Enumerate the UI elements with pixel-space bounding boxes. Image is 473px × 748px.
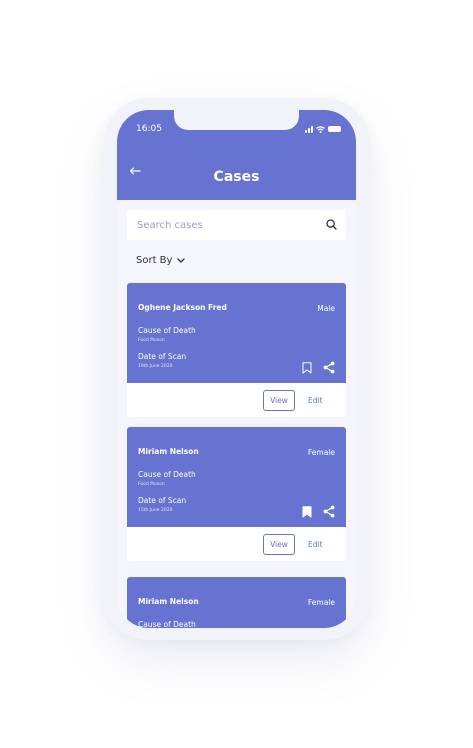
date-of-scan-value: 19th June 2020 [138, 364, 173, 369]
phone-notch [174, 110, 299, 130]
case-card-header: Miriam Nelson Female Cause of Death [127, 577, 346, 628]
bookmark-filled-icon[interactable] [302, 506, 312, 518]
case-gender: Female [307, 448, 335, 457]
app-screen: 16:05 Cases Sort By [117, 110, 356, 628]
view-button[interactable]: View [263, 390, 295, 411]
case-card: Miriam Nelson Female Cause of Death [127, 577, 346, 628]
status-time: 16:05 [136, 124, 162, 134]
search-icon[interactable] [326, 219, 337, 230]
case-gender: Male [317, 304, 335, 313]
case-name: Miriam Nelson [138, 447, 199, 456]
date-of-scan-label: Date of Scan [138, 496, 187, 505]
view-button[interactable]: View [263, 534, 295, 555]
page-title: Cases [213, 169, 260, 185]
cause-of-death-label: Cause of Death [138, 326, 196, 335]
cause-of-death-value: Food Poison [138, 482, 165, 487]
case-card-header: Oghene Jackson Fred Male Cause of Death … [127, 283, 346, 383]
status-icons [305, 124, 341, 134]
wifi-icon [316, 125, 325, 133]
cause-of-death-value: Food Poison [138, 338, 165, 343]
share-icon[interactable] [323, 505, 335, 518]
case-card-actions: View Edit [127, 383, 346, 417]
sort-by-label: Sort By [136, 255, 173, 266]
edit-button[interactable]: Edit [308, 396, 323, 405]
case-name: Miriam Nelson [138, 597, 199, 606]
case-card: Oghene Jackson Fred Male Cause of Death … [127, 283, 346, 417]
date-of-scan-value: 15th June 2020 [138, 508, 173, 513]
date-of-scan-label: Date of Scan [138, 352, 187, 361]
case-name: Oghene Jackson Fred [138, 303, 227, 312]
cause-of-death-label: Cause of Death [138, 470, 196, 479]
chevron-down-icon [177, 258, 186, 263]
search-input[interactable] [137, 210, 307, 240]
bookmark-outline-icon[interactable] [302, 362, 312, 374]
sort-by-dropdown[interactable]: Sort By [136, 255, 186, 266]
case-card: Miriam Nelson Female Cause of Death Food… [127, 427, 346, 561]
search-box[interactable] [127, 210, 346, 240]
case-gender: Female [307, 598, 335, 607]
cause-of-death-label: Cause of Death [138, 620, 196, 628]
case-card-header: Miriam Nelson Female Cause of Death Food… [127, 427, 346, 527]
edit-button[interactable]: Edit [308, 540, 323, 549]
signal-icon [305, 125, 313, 133]
case-card-actions: View Edit [127, 527, 346, 561]
battery-icon [328, 126, 341, 132]
share-icon[interactable] [323, 361, 335, 374]
